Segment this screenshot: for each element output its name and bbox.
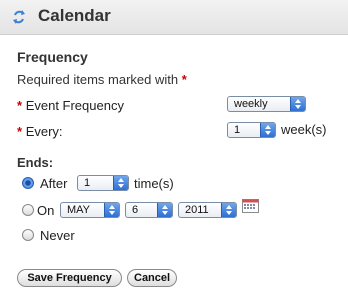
ends-on-year-select[interactable]: 2011 — [178, 202, 237, 218]
panel-header: Calendar — [0, 0, 348, 35]
event-frequency-select[interactable]: weekly — [227, 96, 306, 112]
sync-arrows-icon[interactable] — [12, 9, 26, 25]
every-label-text: Every: — [25, 124, 63, 139]
ends-never-label: Never — [40, 228, 75, 243]
calendar-icon[interactable] — [242, 199, 259, 213]
chevron-updown-icon — [113, 176, 128, 190]
ends-after-count-value: 1 — [84, 177, 91, 189]
required-note: Required items marked with * — [17, 72, 187, 87]
cancel-button[interactable]: Cancel — [127, 269, 177, 287]
ends-never-radio[interactable] — [22, 229, 34, 241]
required-note-text: Required items marked with — [17, 72, 179, 87]
chevron-updown-icon — [260, 123, 275, 137]
every-unit-label: week(s) — [281, 122, 327, 137]
ends-after-count-select[interactable]: 1 — [77, 175, 129, 191]
required-marker: * — [181, 72, 187, 87]
ends-label: Ends: — [17, 155, 54, 170]
event-frequency-label: * Event Frequency — [17, 98, 124, 113]
ends-on-label: On — [37, 203, 55, 218]
ends-on-month-value: MAY — [67, 204, 91, 216]
required-marker: * — [17, 98, 23, 113]
ends-on-radio[interactable] — [22, 204, 34, 216]
ends-on-year-value: 2011 — [185, 204, 209, 216]
chevron-updown-icon — [221, 203, 236, 217]
every-label: * Every: — [17, 124, 63, 139]
event-frequency-value: weekly — [234, 98, 268, 110]
every-interval-select[interactable]: 1 — [227, 122, 276, 138]
ends-after-unit-label: time(s) — [134, 176, 174, 191]
ends-on-month-select[interactable]: MAY — [60, 202, 120, 218]
chevron-updown-icon — [104, 203, 119, 217]
chevron-updown-icon — [157, 203, 172, 217]
event-frequency-label-text: Event Frequency — [25, 98, 124, 113]
ends-after-label: After — [40, 176, 68, 191]
required-marker: * — [17, 124, 23, 139]
ends-on-day-select[interactable]: 6 — [125, 202, 173, 218]
ends-after-radio[interactable] — [22, 177, 34, 189]
ends-on-day-value: 6 — [132, 204, 139, 216]
every-interval-value: 1 — [234, 124, 241, 136]
chevron-updown-icon — [290, 97, 305, 111]
save-frequency-button[interactable]: Save Frequency — [17, 269, 122, 287]
section-title: Frequency — [17, 49, 88, 65]
page-title: Calendar — [38, 6, 111, 25]
